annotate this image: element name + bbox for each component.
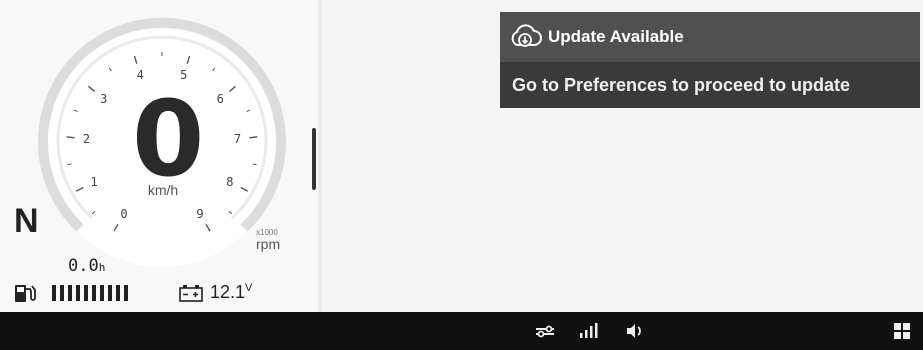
voltage-unit: V xyxy=(245,282,253,294)
trip-value: 0.0 xyxy=(68,256,99,276)
fuel-segment xyxy=(52,285,56,301)
rpm-tick-label: 0 xyxy=(120,207,127,221)
voltage-value: 12.1 xyxy=(210,282,246,302)
fuel-segment xyxy=(124,285,128,301)
volume-icon[interactable] xyxy=(624,321,644,341)
cloud-download-icon xyxy=(508,23,542,51)
rpm-unit: rpm xyxy=(256,236,281,252)
fuel-pump-icon xyxy=(14,283,36,308)
update-notification[interactable]: Update Available Go to Preferences to pr… xyxy=(500,12,920,108)
rpm-tick-label: 3 xyxy=(100,92,107,106)
bottom-status-bar xyxy=(0,312,923,350)
fuel-segment xyxy=(108,285,112,301)
rpm-tick-label: 8 xyxy=(226,175,233,189)
fuel-segment xyxy=(68,285,72,301)
trip-unit: h xyxy=(98,261,106,274)
notification-title: Update Available xyxy=(548,27,684,46)
connection-icon[interactable] xyxy=(534,321,556,341)
rpm-tick-label: 6 xyxy=(217,92,224,106)
speed-value: 0 xyxy=(132,78,205,200)
gear-indicator: N xyxy=(14,202,39,240)
fuel-segment xyxy=(116,285,120,301)
speed-unit: km/h xyxy=(147,182,179,198)
rpm-tick-label: 9 xyxy=(196,207,203,221)
fuel-segment xyxy=(84,285,88,301)
rpm-major-tick xyxy=(249,136,258,139)
rpm-tick-label: 2 xyxy=(83,132,90,146)
battery-icon xyxy=(178,284,204,307)
rpm-tick-label: 7 xyxy=(234,132,241,146)
rpm-tick-label: 1 xyxy=(90,175,97,189)
notification-header: Update Available xyxy=(500,12,920,62)
fuel-level-bar xyxy=(52,285,132,301)
trip-readout: 0.0h xyxy=(68,256,105,276)
fuel-segment xyxy=(92,285,96,301)
battery-voltage: 12.1V xyxy=(210,282,252,303)
dashboard-panel: 0123456789 0 km/h N x1000 rpm 0.0h 12.1V xyxy=(0,0,318,312)
fuel-segment xyxy=(100,285,104,301)
rpm-minor-tick xyxy=(252,163,257,166)
fuel-segment xyxy=(76,285,80,301)
panel-drag-handle[interactable] xyxy=(312,128,316,190)
grid-menu-icon[interactable] xyxy=(892,321,912,341)
fuel-segment xyxy=(60,285,64,301)
signal-strength-icon[interactable] xyxy=(578,321,598,341)
rpm-major-tick xyxy=(66,136,75,139)
notification-message[interactable]: Go to Preferences to proceed to update xyxy=(500,62,920,108)
rpm-minor-tick xyxy=(67,163,72,166)
